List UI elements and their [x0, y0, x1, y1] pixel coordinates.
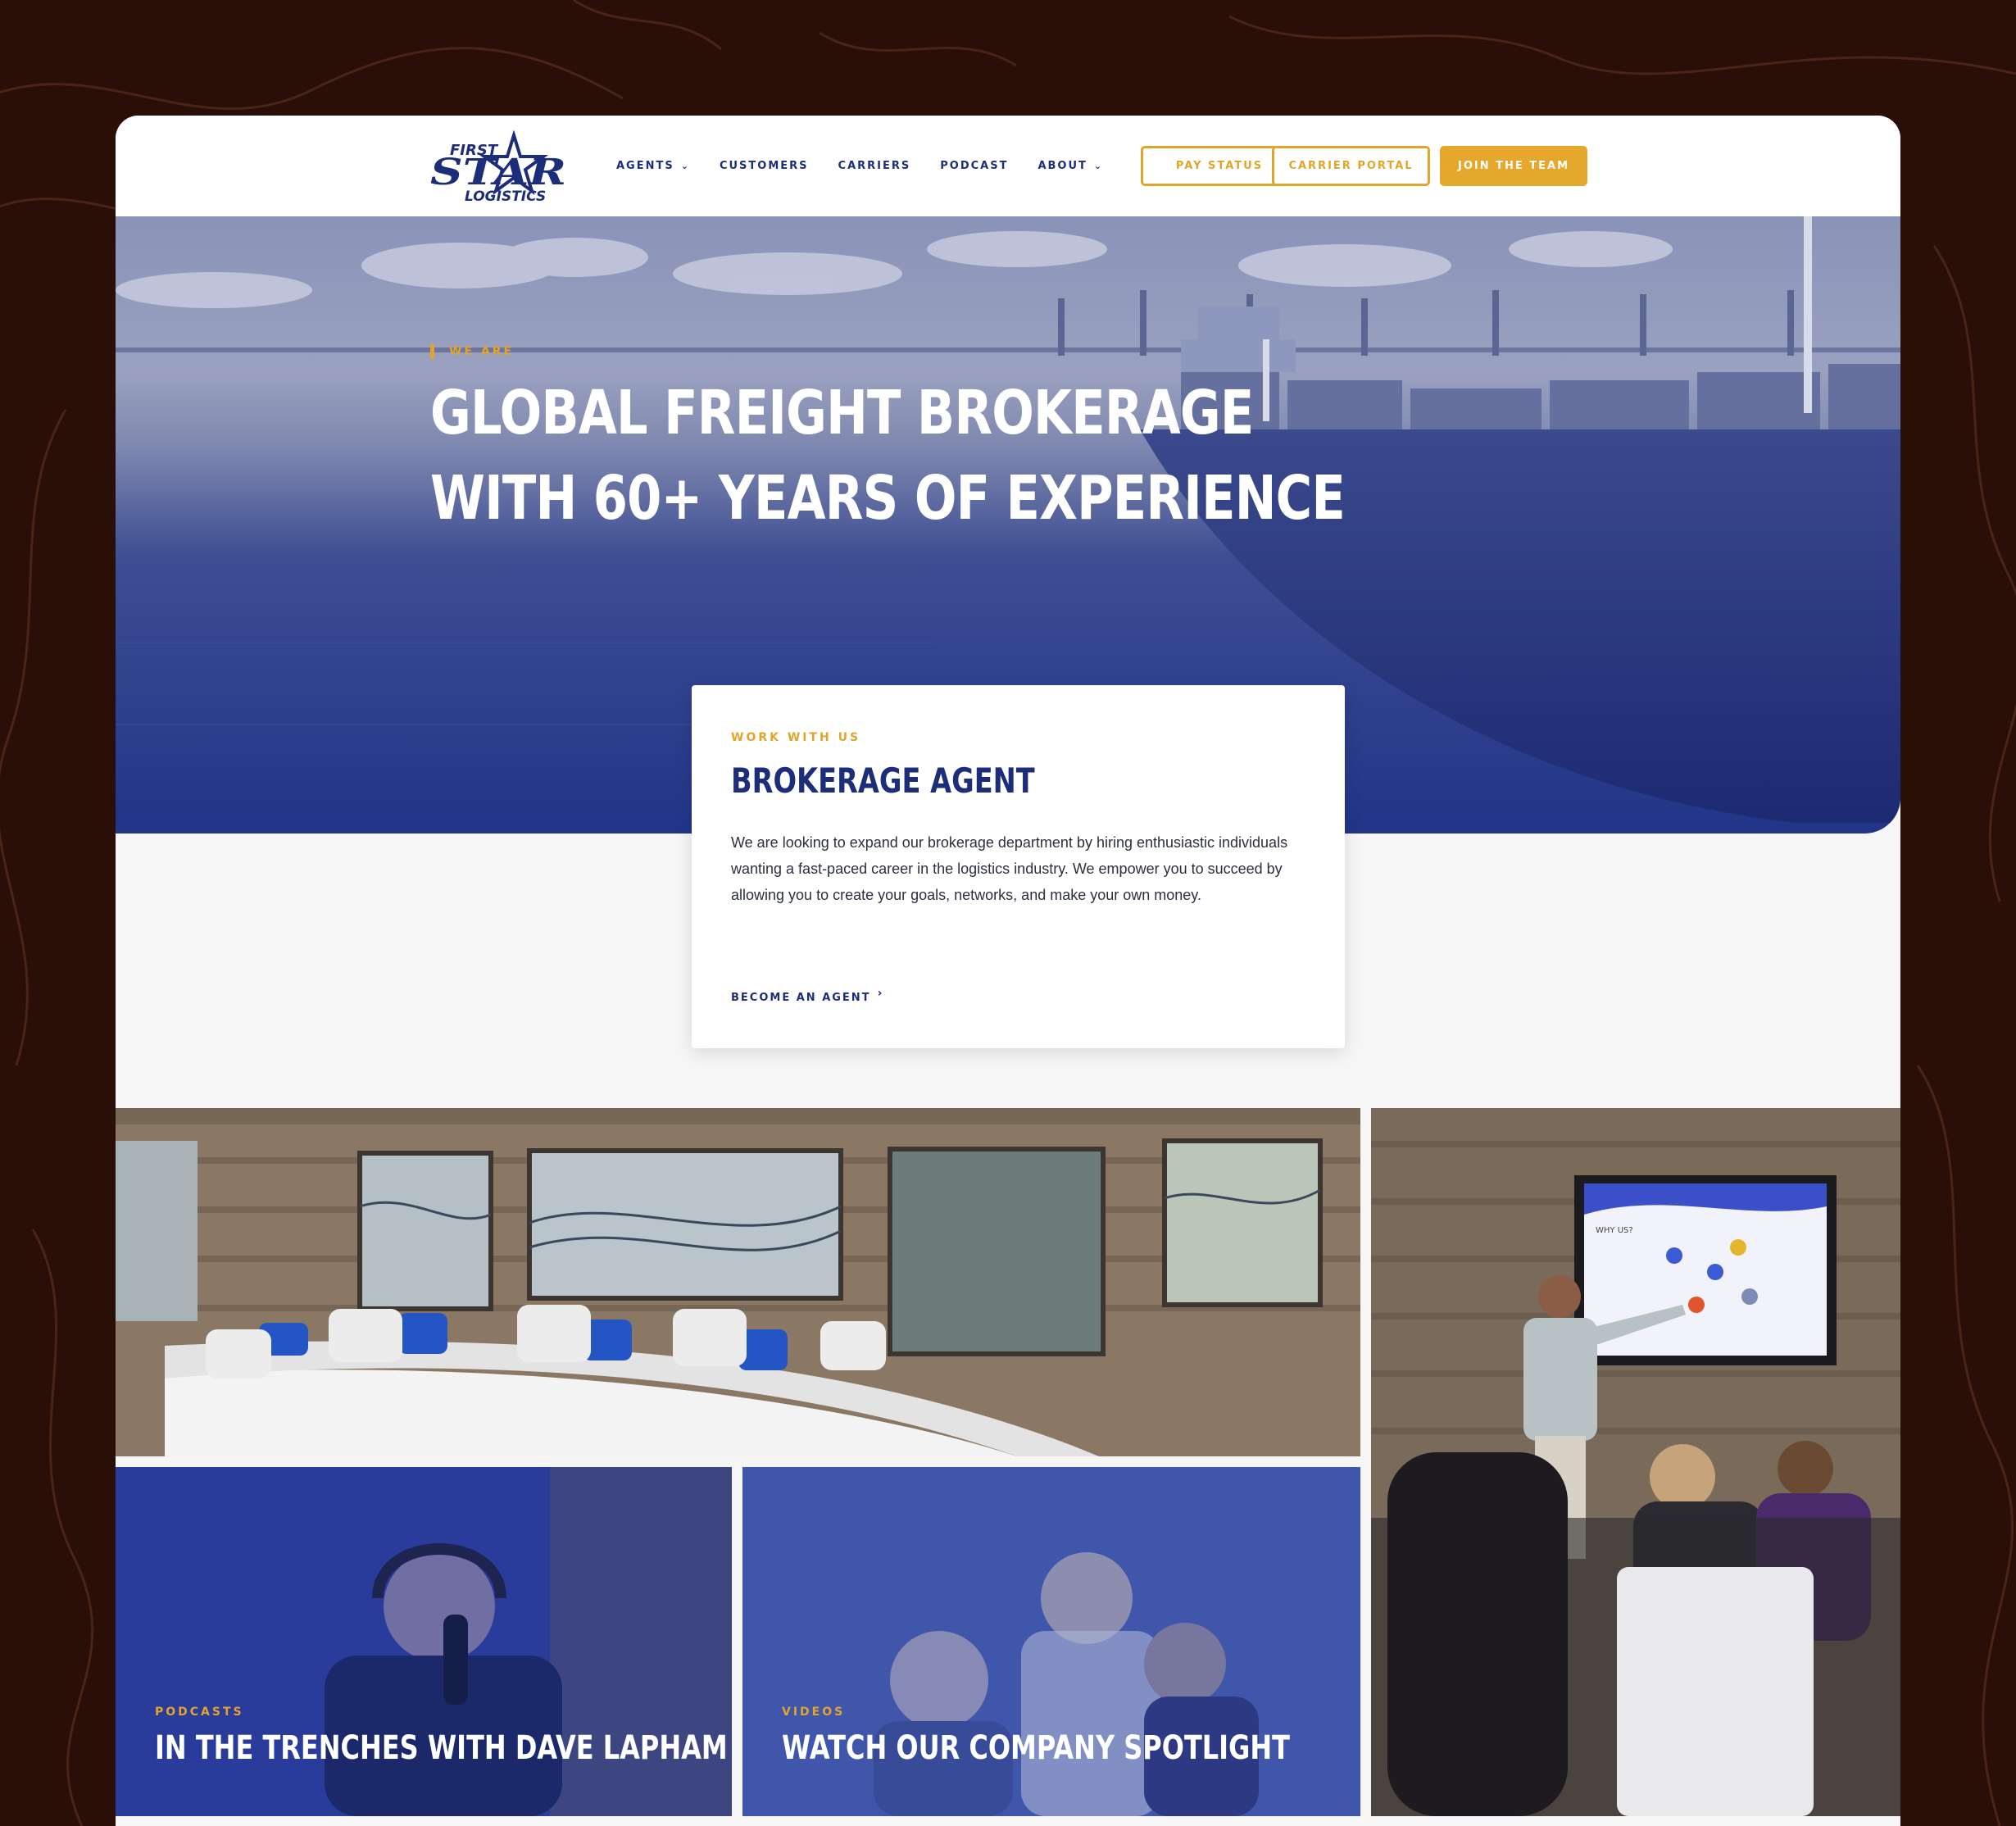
- main-nav: AGENTS ⌄ CUSTOMERS CARRIERS PODCAST ABOU…: [616, 116, 1133, 216]
- video-title: WATCH OUR COMPANY SPOTLIGHT: [782, 1729, 1290, 1767]
- nav-carriers-label: CARRIERS: [838, 160, 911, 172]
- join-the-team-button[interactable]: JOIN THE TEAM: [1440, 146, 1587, 186]
- chevron-down-icon: ⌄: [680, 161, 690, 171]
- become-an-agent-link[interactable]: BECOME AN AGENT ›: [731, 987, 883, 1004]
- nav-agents-label: AGENTS: [616, 160, 674, 172]
- video-tile[interactable]: VIDEOS WATCH OUR COMPANY SPOTLIGHT: [742, 1467, 1360, 1816]
- nav-customers-label: CUSTOMERS: [719, 160, 809, 172]
- nav-carriers[interactable]: CARRIERS: [838, 160, 911, 172]
- promo-body: We are looking to expand our brokerage d…: [731, 834, 1288, 903]
- podcast-tile[interactable]: PODCASTS IN THE TRENCHES WITH DAVE LAPHA…: [116, 1467, 732, 1816]
- hero-title-line-1: GLOBAL FREIGHT BROKERAGE: [430, 378, 1254, 448]
- podcast-label: PODCASTS: [155, 1706, 244, 1719]
- chevron-down-icon: ⌄: [1093, 161, 1104, 171]
- team-presentation-photo: WHY US?: [1371, 1108, 1900, 1816]
- nav-customers[interactable]: CUSTOMERS: [720, 160, 809, 172]
- chevron-right-icon: ›: [877, 987, 884, 1000]
- become-an-agent-label: BECOME AN AGENT: [731, 992, 871, 1004]
- hero-eyebrow: WE ARE: [430, 344, 514, 359]
- site-header: FIRST STAR LOGISTICS AGENTS ⌄ CUSTOMERS …: [116, 116, 1900, 216]
- first-star-logo[interactable]: FIRST STAR LOGISTICS: [429, 129, 568, 205]
- office-lounge-photo: [116, 1108, 1360, 1456]
- promo-eyebrow: WORK WITH US: [731, 731, 861, 744]
- carrier-portal-button[interactable]: CARRIER PORTAL: [1272, 146, 1430, 186]
- screen-why-us-text: WHY US?: [1596, 1226, 1633, 1235]
- logo-text-star: STAR: [430, 152, 566, 193]
- logo-text-logistics: LOGISTICS: [465, 189, 546, 202]
- podcast-title: IN THE TRENCHES WITH DAVE LAPHAM: [155, 1729, 728, 1767]
- video-label: VIDEOS: [782, 1706, 846, 1719]
- hero-title-line-2: WITH 60+ YEARS OF EXPERIENCE: [430, 463, 1346, 534]
- nav-podcast-label: PODCAST: [940, 160, 1009, 172]
- nav-podcast[interactable]: PODCAST: [940, 160, 1008, 172]
- nav-about-label: ABOUT: [1038, 160, 1087, 172]
- nav-agents[interactable]: AGENTS ⌄: [616, 160, 690, 172]
- nav-about[interactable]: ABOUT ⌄: [1038, 160, 1103, 172]
- website-card: FIRST STAR LOGISTICS AGENTS ⌄ CUSTOMERS …: [116, 116, 1900, 1826]
- hero-title: GLOBAL FREIGHT BROKERAGE WITH 60+ YEARS …: [430, 370, 1346, 541]
- promo-title: BROKERAGE AGENT: [731, 761, 1035, 801]
- brokerage-agent-card: WORK WITH US BROKERAGE AGENT We are look…: [692, 685, 1345, 1048]
